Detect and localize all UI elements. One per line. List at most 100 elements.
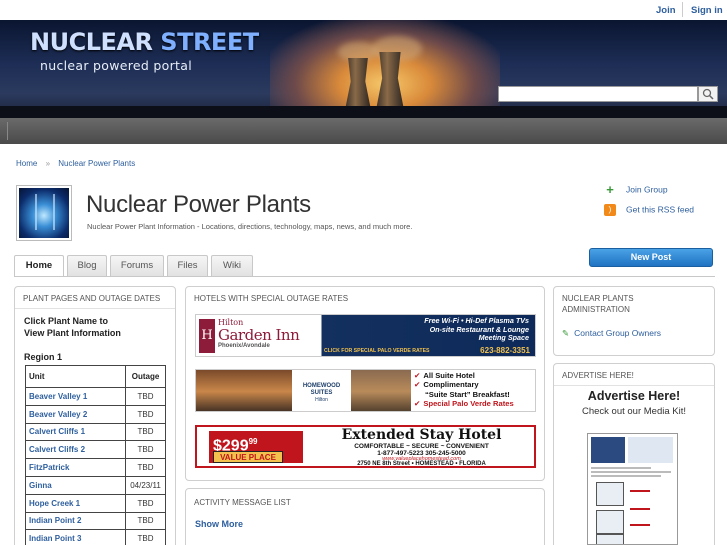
hilton-logo: H <box>199 319 215 353</box>
table-row: FitzPatrick TBD <box>25 458 166 477</box>
join-group-label: Join Group <box>626 184 668 195</box>
homewood-suites-ad[interactable]: HOMEWOOD SUITES Hilton ✔ All Suite Hotel … <box>195 369 536 412</box>
plant-link[interactable]: FitzPatrick <box>25 458 126 477</box>
tab-forums[interactable]: Forums <box>110 255 164 276</box>
mk-price <box>630 524 650 526</box>
pencil-icon: ✎ <box>562 328 570 338</box>
ad-feature: “Suite Start” Breakfast! <box>425 389 510 399</box>
table-header-row: Unit Outage <box>25 365 166 388</box>
outage-date: TBD <box>125 458 166 477</box>
homewood-logo: HOMEWOOD SUITES Hilton <box>292 370 351 411</box>
media-kit-thumbnail[interactable] <box>587 433 678 545</box>
table-row: Calvert Cliffs 2 TBD <box>25 440 166 460</box>
breadcrumb-separator: » <box>45 159 51 168</box>
table-row: Beaver Valley 1 TBD <box>25 387 166 406</box>
plant-link[interactable]: Hope Creek 1 <box>25 493 126 513</box>
rss-link[interactable]: ) Get this RSS feed <box>604 204 694 216</box>
tab-blog[interactable]: Blog <box>67 255 107 276</box>
hilton-garden-inn-ad[interactable]: H Hilton Garden Inn Phoenix/Avondale Fre… <box>195 314 536 357</box>
mk-screenshot <box>596 510 624 534</box>
ad-feature: All Suite Hotel <box>423 371 475 380</box>
signin-link[interactable]: Sign in <box>691 5 723 16</box>
mk-header-image <box>628 437 673 463</box>
tab-underline <box>14 276 715 277</box>
breadcrumb-home[interactable]: Home <box>16 159 37 168</box>
top-bar: Join Sign in <box>0 0 727 20</box>
mk-text <box>591 467 651 469</box>
admin-panel: NUCLEAR PLANTS ADMINISTRATION <box>553 286 715 356</box>
tab-wiki[interactable]: Wiki <box>211 255 253 276</box>
site-tagline: nuclear powered portal <box>40 58 192 73</box>
room-photo <box>351 370 411 411</box>
mk-price <box>630 490 650 492</box>
ad-location: Phoenix/Avondale <box>218 343 270 349</box>
breadcrumb-current[interactable]: Nuclear Power Plants <box>58 159 135 168</box>
tab-files[interactable]: Files <box>167 255 208 276</box>
check-icon: ✔ <box>414 371 421 380</box>
intro-line: Click Plant Name to <box>24 316 109 326</box>
plant-link[interactable]: Calvert Cliffs 1 <box>25 422 126 442</box>
search-button[interactable] <box>698 86 718 102</box>
breadcrumb: Home » Nuclear Power Plants <box>16 159 141 168</box>
new-post-button[interactable]: New Post <box>589 248 713 267</box>
price-cents: 99 <box>248 437 258 446</box>
group-description: Nuclear Power Plant Information - Locati… <box>87 222 413 231</box>
nav-bar <box>0 118 727 144</box>
group-avatar <box>16 185 72 241</box>
panel-header: ACTIVITY MESSAGE LIST <box>194 498 291 507</box>
outage-date: TBD <box>125 511 166 531</box>
col-outage: Outage <box>125 365 166 388</box>
mk-screenshot <box>596 482 624 506</box>
table-instructions: Click Plant Name to View Plant Informati… <box>24 315 121 339</box>
advertise-title: Advertise Here! <box>587 389 681 403</box>
activity-panel: ACTIVITY MESSAGE LIST <box>185 488 545 545</box>
logo-part2: STREET <box>160 28 259 56</box>
hotel-photo <box>196 370 292 411</box>
site-banner: NUCLEAR STREET nuclear powered portal <box>0 20 727 118</box>
ad-address: 2750 NE 8th Street • HOMESTEAD • FLORIDA <box>357 461 486 467</box>
plant-link[interactable]: Beaver Valley 1 <box>25 387 126 406</box>
divider <box>682 2 683 17</box>
mk-text <box>591 475 661 477</box>
outage-date: 04/23/11 <box>125 475 166 495</box>
table-row: Beaver Valley 2 TBD <box>25 404 166 424</box>
outage-date: TBD <box>125 529 166 545</box>
ad-feature: Special Palo Verde Rates <box>423 399 514 409</box>
contact-owners-link[interactable]: ✎ Contact Group Owners <box>562 328 661 339</box>
page-title: Nuclear Power Plants <box>86 191 311 218</box>
plant-link[interactable]: Beaver Valley 2 <box>25 404 126 424</box>
ad-brand: HOMEWOOD SUITES <box>302 383 341 396</box>
plant-link[interactable]: Ginna <box>25 475 126 495</box>
ground <box>0 106 727 118</box>
value-place-ad[interactable]: $29999 VALUE PLACE Extended Stay Hotel C… <box>195 425 536 468</box>
table-row: Calvert Cliffs 1 TBD <box>25 422 166 442</box>
nav-divider <box>7 122 8 140</box>
ad-title: Extended Stay Hotel <box>341 427 502 443</box>
ad-brand: VALUE PLACE <box>213 451 283 463</box>
rss-label: Get this RSS feed <box>626 204 695 215</box>
mk-price <box>630 508 650 510</box>
ad-brand-sub: Hilton <box>315 397 328 403</box>
rss-icon: ) <box>604 204 616 216</box>
plant-link[interactable]: Calvert Cliffs 2 <box>25 440 126 460</box>
tab-home[interactable]: Home <box>14 255 64 277</box>
mk-screenshot <box>596 534 624 544</box>
plant-link[interactable]: Indian Point 2 <box>25 511 126 531</box>
advertise-subtitle: Check out our Media Kit! <box>581 406 687 417</box>
col-unit: Unit <box>25 365 126 388</box>
join-group-link[interactable]: + Join Group <box>604 183 668 196</box>
plant-link[interactable]: Indian Point 3 <box>25 529 126 545</box>
logo-part1: NUCLEAR <box>30 28 153 56</box>
table-row: Hope Creek 1 TBD <box>25 493 166 513</box>
contact-label: Contact Group Owners <box>574 328 662 338</box>
show-more-link[interactable]: Show More <box>195 519 243 529</box>
mk-header-logo <box>591 437 625 463</box>
join-link[interactable]: Join <box>656 5 676 16</box>
outage-date: TBD <box>125 422 166 442</box>
table-row: Ginna 04/23/11 <box>25 475 166 495</box>
outage-date: TBD <box>125 440 166 460</box>
ad-features: Free Wi-Fi • Hi-Def Plasma TVs On-site R… <box>424 316 529 343</box>
site-logo[interactable]: NUCLEAR STREET <box>30 28 259 56</box>
search-input[interactable] <box>498 86 698 102</box>
ad-brand: Garden Inn <box>218 326 300 344</box>
